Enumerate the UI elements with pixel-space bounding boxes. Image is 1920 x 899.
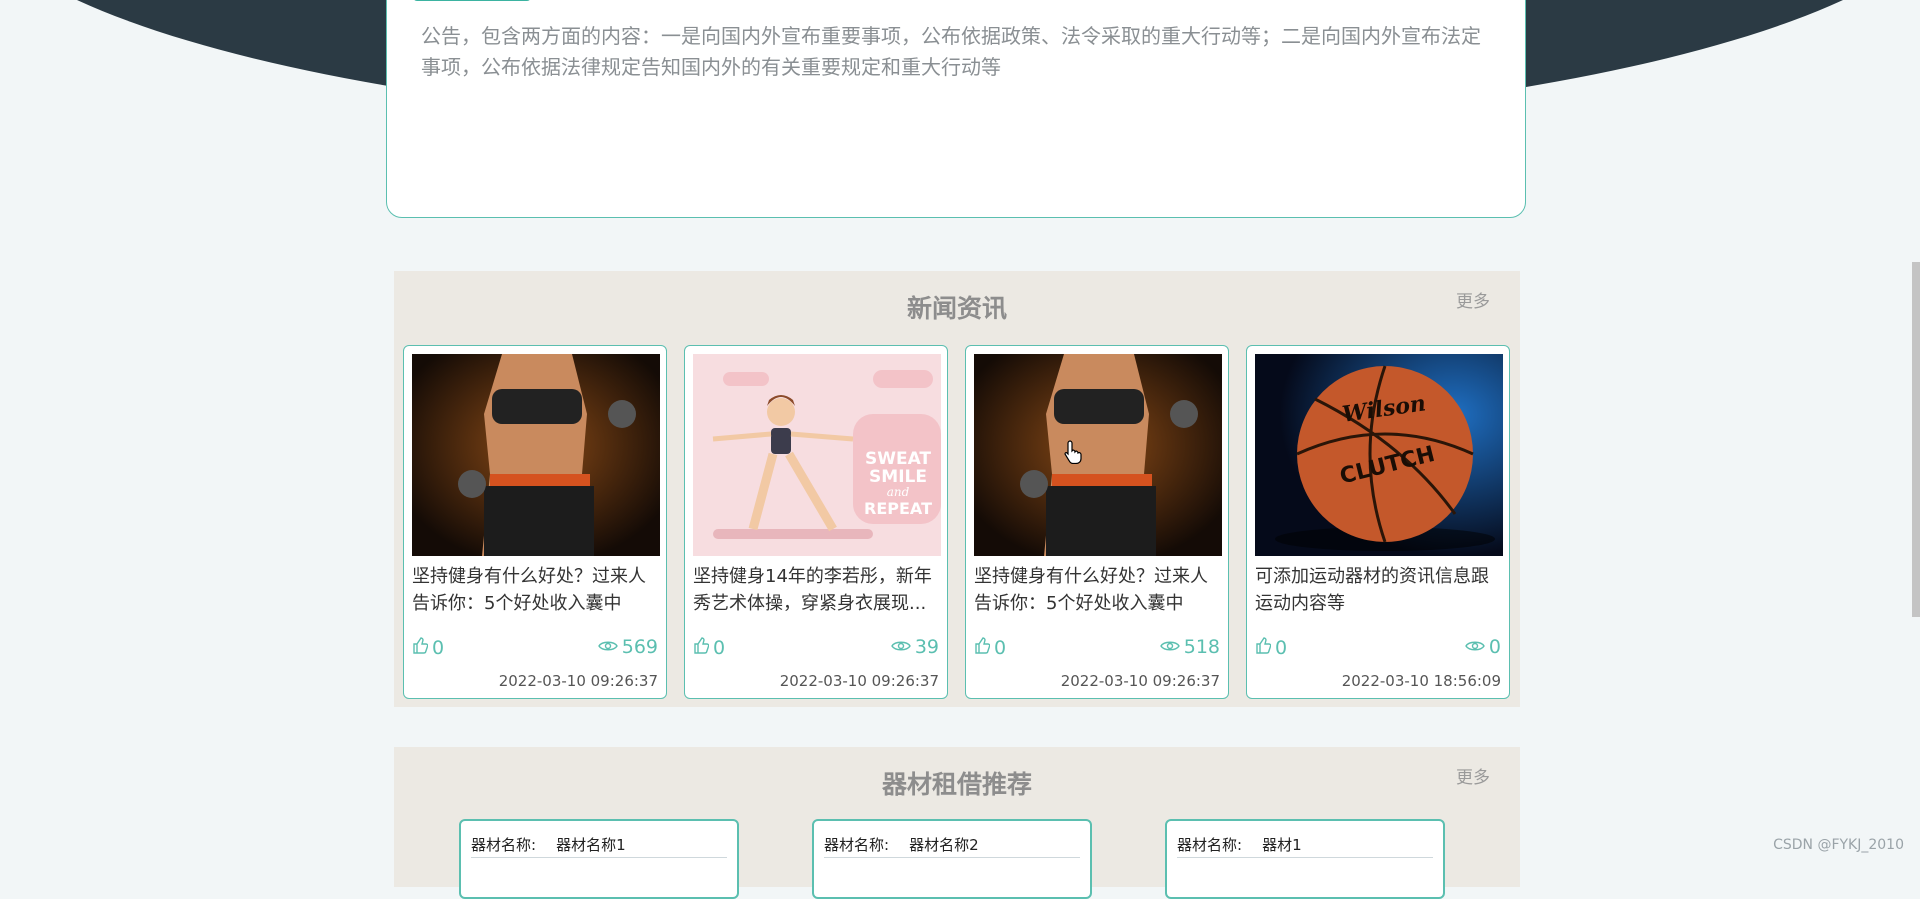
watermark: CSDN @FYKJ_2010 (1773, 837, 1904, 853)
like-count[interactable]: 0 (1255, 636, 1287, 659)
equipment-name-row: 器材名称: 器材1 (1177, 831, 1433, 858)
news-card-date: 2022-03-10 09:26:37 (779, 672, 939, 690)
equipment-section: 器材租借推荐 更多 器材名称: 器材名称1 器材名称: 器材名称2 器材名称: … (394, 747, 1520, 899)
news-card-stats: 0 39 (693, 636, 939, 660)
equipment-card[interactable]: 器材名称: 器材名称1 (459, 819, 739, 899)
equipment-name-value: 器材1 (1262, 835, 1302, 854)
equipment-name-value: 器材名称1 (556, 835, 626, 854)
news-image-fitness[interactable] (412, 354, 660, 556)
news-card-title[interactable]: 可添加运动器材的资讯信息跟运动内容等 (1255, 563, 1503, 617)
eye-icon (1465, 636, 1485, 658)
like-count-value: 0 (432, 636, 445, 659)
illustration-text: REPEAT (864, 499, 932, 518)
hand-cursor-icon (1064, 440, 1082, 468)
news-image-illustration[interactable]: SWEAT SMILE and REPEAT (693, 354, 941, 556)
illustration-text: SMILE (869, 467, 927, 487)
like-count-value: 0 (1275, 636, 1288, 659)
view-count-value: 569 (621, 636, 658, 658)
equipment-name-label: 器材名称: (824, 835, 890, 854)
news-card-stats: 0 569 (412, 636, 658, 660)
equipment-name-label: 器材名称: (1177, 835, 1243, 854)
news-image-basketball[interactable]: Wilson CLUTCH (1255, 354, 1503, 556)
thumbs-up-icon (974, 636, 991, 659)
news-card[interactable]: 坚持健身有什么好处？过来人告诉你：5个好处收入囊中 0 518 2022-03-… (965, 345, 1229, 699)
news-more-link[interactable]: 更多 (1456, 287, 1490, 312)
thumbs-up-icon (412, 636, 429, 659)
view-count: 569 (597, 636, 658, 658)
section-title-equipment: 器材租借推荐 (881, 770, 1032, 799)
section-title-news: 新闻资讯 (906, 294, 1007, 323)
illustration-text: SWEAT (865, 449, 931, 469)
like-count[interactable]: 0 (693, 636, 725, 659)
news-section: 新闻资讯 更多 坚持健身有什么好处？过来人告诉你：5个好处收入囊中 0 569 (394, 271, 1520, 707)
thumbs-up-icon (1255, 636, 1272, 659)
notice-card: 公告，包含两方面的内容：一是向国内外宣布重要事项，公布依据政策、法令采取的重大行… (386, 0, 1526, 218)
view-count-value: 0 (1488, 636, 1501, 658)
eye-icon (890, 636, 911, 658)
news-card-date: 2022-03-10 09:26:37 (498, 672, 658, 690)
view-count: 518 (1159, 636, 1220, 658)
scrollbar-thumb[interactable] (1912, 262, 1920, 617)
news-card[interactable]: 坚持健身有什么好处？过来人告诉你：5个好处收入囊中 0 569 2022-03-… (403, 345, 667, 699)
like-count-value: 0 (713, 636, 726, 659)
view-count-value: 39 (914, 636, 939, 658)
news-card-title[interactable]: 坚持健身有什么好处？过来人告诉你：5个好处收入囊中 (412, 563, 660, 617)
notice-body: 公告，包含两方面的内容：一是向国内外宣布重要事项，公布依据政策、法令采取的重大行… (421, 24, 1481, 79)
news-image-fitness[interactable] (974, 354, 1222, 556)
view-count: 0 (1465, 636, 1501, 658)
notice-title-bar (413, 0, 531, 1)
view-count-value: 518 (1183, 636, 1220, 658)
news-card[interactable]: SWEAT SMILE and REPEAT 坚持健身14年的李若彤，新年秀艺术… (684, 345, 948, 699)
equipment-name-row: 器材名称: 器材名称1 (471, 831, 727, 858)
page-scrollbar[interactable] (1912, 0, 1920, 859)
equipment-more-link[interactable]: 更多 (1456, 763, 1490, 788)
news-card-title[interactable]: 坚持健身14年的李若彤，新年秀艺术体操，穿紧身衣展现... (693, 563, 941, 617)
equipment-name-value: 器材名称2 (909, 835, 979, 854)
eye-icon (597, 636, 618, 658)
news-card-stats: 0 518 (974, 636, 1220, 660)
eye-icon (1159, 636, 1180, 658)
thumbs-up-icon (693, 636, 710, 659)
equipment-name-row: 器材名称: 器材名称2 (824, 831, 1080, 858)
illustration-text: and (887, 485, 910, 499)
equipment-card[interactable]: 器材名称: 器材1 (1165, 819, 1445, 899)
like-count[interactable]: 0 (974, 636, 1006, 659)
news-card[interactable]: Wilson CLUTCH 可添加运动器材的资讯信息跟运动内容等 0 0 202… (1246, 345, 1510, 699)
like-count-value: 0 (994, 636, 1007, 659)
equipment-card[interactable]: 器材名称: 器材名称2 (812, 819, 1092, 899)
view-count: 39 (890, 636, 939, 658)
news-card-title[interactable]: 坚持健身有什么好处？过来人告诉你：5个好处收入囊中 (974, 563, 1222, 617)
equipment-name-label: 器材名称: (471, 835, 537, 854)
like-count[interactable]: 0 (412, 636, 444, 659)
news-card-date: 2022-03-10 09:26:37 (1060, 672, 1220, 690)
news-card-date: 2022-03-10 18:56:09 (1341, 672, 1501, 690)
news-card-stats: 0 0 (1255, 636, 1501, 660)
